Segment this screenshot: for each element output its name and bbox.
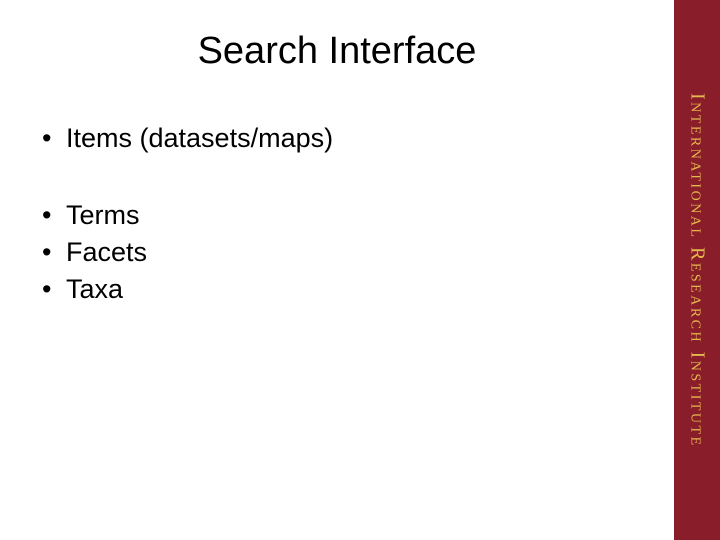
brand-label: International Research Institute	[686, 93, 709, 448]
bullet-list: Items (datasets/maps)	[38, 123, 644, 154]
spacer	[30, 160, 644, 200]
slide-title: Search Interface	[30, 30, 644, 73]
bullet-list: Terms Facets Taxa	[38, 200, 644, 305]
list-item: Terms	[38, 200, 644, 231]
slide-content: Search Interface Items (datasets/maps) T…	[0, 0, 674, 540]
list-item: Items (datasets/maps)	[38, 123, 644, 154]
list-item: Taxa	[38, 274, 644, 305]
list-item: Facets	[38, 237, 644, 268]
brand-sidebar: International Research Institute	[674, 0, 720, 540]
